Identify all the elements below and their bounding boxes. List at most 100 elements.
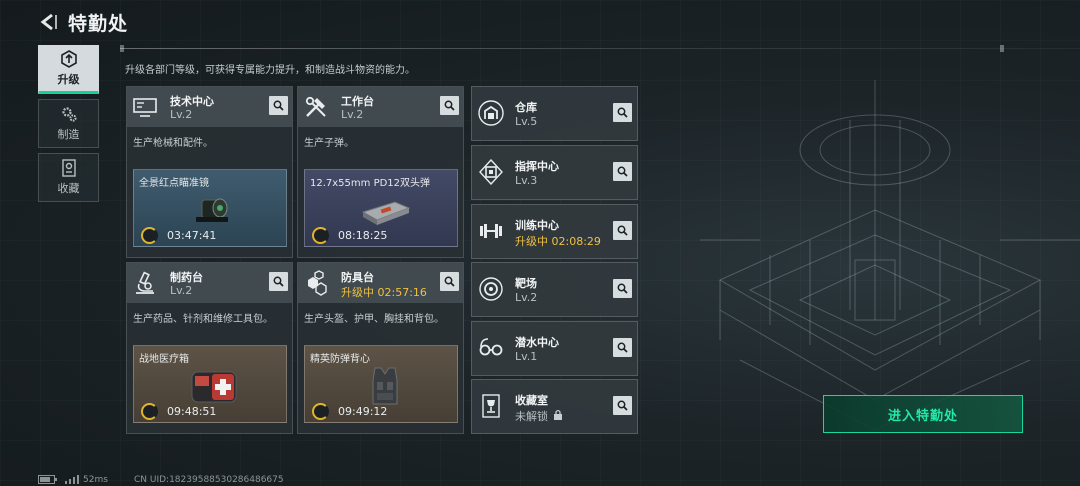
craft-slot[interactable]: 精英防弹背心 09:49:12 [304, 345, 458, 423]
chip-icon [479, 159, 503, 185]
dumbbell-icon [480, 224, 502, 238]
list-item-training-center[interactable]: 训练中心 升级中 02:08:29 [471, 204, 638, 259]
nav-upgrade-label: 升级 [57, 73, 80, 86]
list-item-name: 收藏室 [515, 394, 548, 407]
inspect-button[interactable] [440, 96, 459, 115]
search-icon [444, 100, 455, 111]
list-item-level: Lv.3 [515, 174, 538, 187]
inspect-button[interactable] [440, 272, 459, 291]
search-icon [273, 100, 284, 111]
craft-timer: 09:49:12 [338, 405, 388, 418]
nav-collection-label: 收藏 [57, 182, 80, 195]
wrench-icon [141, 403, 158, 420]
craft-timer: 08:18:25 [338, 229, 388, 242]
card-header: 防具台 升级中 02:57:16 [298, 263, 463, 303]
target-icon [479, 277, 503, 301]
inspect-button[interactable] [269, 272, 288, 291]
divider-tick [1000, 45, 1004, 52]
collection-icon [61, 159, 76, 177]
lock-icon [554, 409, 562, 420]
computer-icon [133, 98, 157, 117]
search-icon [617, 107, 628, 118]
tools-icon [305, 96, 326, 117]
header: 特勤处 [0, 0, 1080, 44]
gear-icon [61, 107, 77, 122]
inspect-button[interactable] [613, 338, 632, 357]
back-button[interactable] [36, 10, 60, 34]
list-item-shooting-range[interactable]: 靶场 Lv.2 [471, 262, 638, 317]
page-description: 升级各部门等级，可获得专属能力提升，和制造战斗物资的能力。 [125, 65, 415, 76]
card-level: Lv.2 [170, 108, 193, 121]
list-item-command-center[interactable]: 指挥中心 Lv.3 [471, 145, 638, 200]
list-item-collection-room[interactable]: 收藏室 未解锁 [471, 379, 638, 434]
card-workbench[interactable]: 工作台 Lv.2 生产子弹。 12.7x55mm PD12双头弹 08:18:2… [297, 86, 464, 258]
enter-special-ops-button[interactable]: 进入特勤处 [823, 395, 1023, 433]
ammo-box-image [361, 201, 411, 225]
list-item-diving-center[interactable]: 潜水中心 Lv.1 [471, 321, 638, 376]
craft-item-name: 12.7x55mm PD12双头弹 [310, 178, 431, 189]
trophy-icon [482, 394, 500, 418]
user-uid: CN UID:18239588530286486675 [134, 475, 284, 485]
card-pharmacy[interactable]: 制药台 Lv.2 生产药品、针剂和维修工具包。 战地医疗箱 09:48:51 [126, 262, 293, 434]
craft-item-name: 精英防弹背心 [310, 354, 370, 365]
red-dot-sight-image [196, 198, 228, 222]
goggles-icon [479, 338, 503, 356]
microscope-icon [136, 271, 154, 294]
list-item-name: 指挥中心 [515, 160, 559, 173]
card-level: 升级中 02:57:16 [341, 286, 427, 299]
battery-icon [38, 475, 57, 484]
card-level: Lv.2 [341, 108, 364, 121]
header-divider [120, 48, 1080, 49]
divider-tick [120, 45, 124, 52]
nav-craft[interactable]: 制造 [38, 99, 99, 148]
card-header: 工作台 Lv.2 [298, 87, 463, 127]
search-icon [617, 400, 628, 411]
side-nav: 升级 制造 收藏 [38, 45, 100, 207]
medkit-image [191, 371, 237, 403]
nav-upgrade[interactable]: 升级 [38, 45, 99, 94]
page-title: 特勤处 [68, 13, 129, 35]
ping-readout: 52ms [83, 475, 108, 485]
card-name: 制药台 [170, 271, 203, 284]
card-name: 工作台 [341, 95, 374, 108]
inspect-button[interactable] [613, 103, 632, 122]
nav-craft-label: 制造 [57, 128, 80, 141]
upgrade-icon [60, 50, 77, 68]
wrench-icon [312, 403, 329, 420]
search-icon [444, 276, 455, 287]
warehouse-icon [478, 100, 504, 126]
inspect-button[interactable] [613, 221, 632, 240]
craft-timer: 09:48:51 [167, 405, 217, 418]
inspect-button[interactable] [613, 279, 632, 298]
card-description: 生产药品、针剂和维修工具包。 [133, 314, 273, 325]
list-item-name: 仓库 [515, 101, 537, 114]
card-name: 防具台 [341, 271, 374, 284]
search-icon [617, 166, 628, 177]
card-description: 生产枪械和配件。 [133, 138, 213, 149]
craft-item-name: 全景红点瞄准镜 [139, 178, 209, 189]
craft-timer: 03:47:41 [167, 229, 217, 242]
armor-icon [308, 270, 327, 296]
wrench-icon [141, 227, 158, 244]
inspect-button[interactable] [269, 96, 288, 115]
card-tech-center[interactable]: 技术中心 Lv.2 生产枪械和配件。 全景红点瞄准镜 03:47:41 [126, 86, 293, 258]
list-item-warehouse[interactable]: 仓库 Lv.5 [471, 86, 638, 141]
nav-collection[interactable]: 收藏 [38, 153, 99, 202]
vest-image [372, 367, 398, 405]
search-icon [617, 283, 628, 294]
craft-slot[interactable]: 12.7x55mm PD12双头弹 08:18:25 [304, 169, 458, 247]
card-armor-bench[interactable]: 防具台 升级中 02:57:16 生产头盔、护甲、胸挂和背包。 精英防弹背心 0… [297, 262, 464, 434]
list-item-level: 未解锁 [515, 410, 548, 423]
card-level: Lv.2 [170, 284, 193, 297]
inspect-button[interactable] [613, 396, 632, 415]
list-item-level: Lv.5 [515, 115, 538, 128]
list-item-level: 升级中 02:08:29 [515, 235, 601, 248]
battery-status [38, 475, 79, 486]
inspect-button[interactable] [613, 162, 632, 181]
list-item-level: Lv.1 [515, 350, 538, 363]
craft-slot[interactable]: 全景红点瞄准镜 03:47:41 [133, 169, 287, 247]
list-item-name: 靶场 [515, 277, 537, 290]
signal-icon [64, 475, 79, 484]
list-item-name: 潜水中心 [515, 336, 559, 349]
craft-slot[interactable]: 战地医疗箱 09:48:51 [133, 345, 287, 423]
